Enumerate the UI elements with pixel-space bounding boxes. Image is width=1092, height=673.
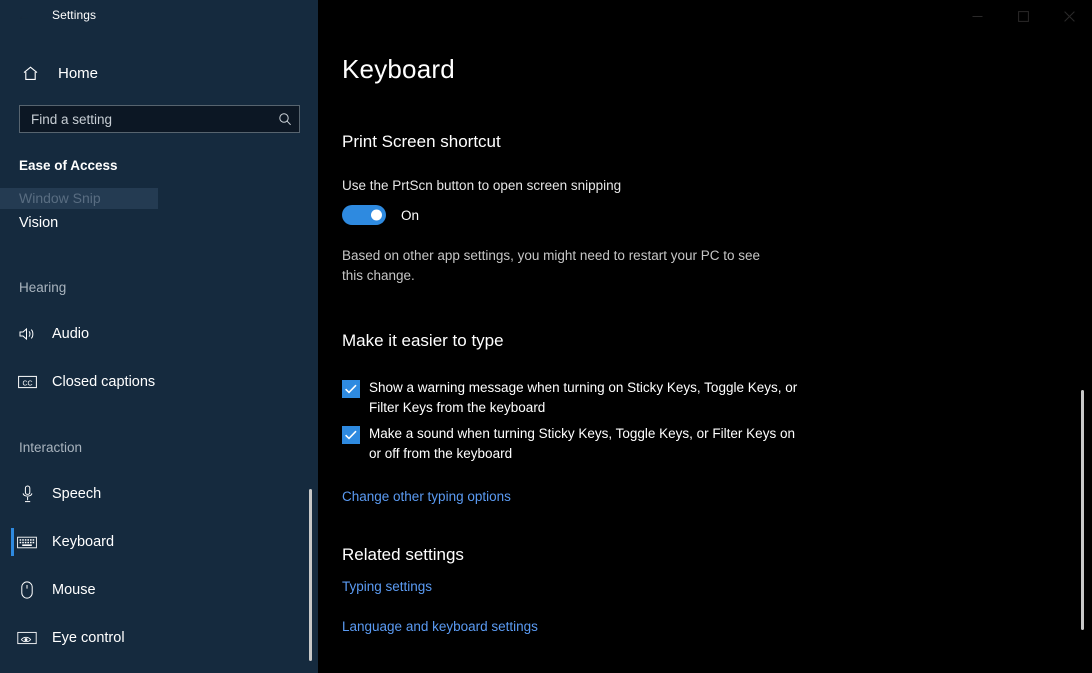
title-bar-left-region bbox=[0, 0, 318, 32]
sidebar-item-vision[interactable]: Vision bbox=[19, 215, 58, 231]
sidebar-item-speech-label: Speech bbox=[52, 486, 102, 502]
sidebar-item-keyboard-label: Keyboard bbox=[52, 534, 115, 550]
window-title: Settings bbox=[52, 8, 97, 22]
navigation-sidebar: Home Ease of Access Window Snip Vision H… bbox=[0, 0, 318, 673]
search-box[interactable] bbox=[19, 105, 300, 133]
sidebar-group-hearing-label: Hearing bbox=[19, 280, 67, 295]
closed-captions-icon: CC bbox=[13, 375, 41, 389]
related-settings-heading: Related settings bbox=[342, 545, 464, 564]
sidebar-group-interaction-label: Interaction bbox=[19, 440, 83, 455]
keyboard-icon bbox=[13, 536, 41, 549]
eye-control-icon bbox=[13, 631, 41, 645]
link-change-other-typing-options[interactable]: Change other typing options bbox=[342, 489, 511, 504]
mouse-icon bbox=[13, 581, 41, 599]
sidebar-scrollbar-thumb[interactable] bbox=[309, 489, 312, 661]
window-controls bbox=[954, 0, 1092, 32]
title-bar: ← Settings bbox=[0, 0, 1092, 32]
sidebar-item-audio-label: Audio bbox=[52, 326, 90, 342]
sidebar-item-mouse-label: Mouse bbox=[52, 582, 96, 598]
sidebar-section-header: Ease of Access bbox=[19, 158, 118, 173]
sidebar-item-closed-captions[interactable]: CC Closed captions bbox=[0, 363, 318, 401]
maximize-icon[interactable] bbox=[1000, 0, 1046, 32]
sidebar-item-eye-control-label: Eye control bbox=[52, 630, 125, 646]
back-arrow-icon[interactable]: ← bbox=[14, 6, 34, 26]
sidebar-item-closed-captions-label: Closed captions bbox=[52, 374, 156, 390]
sidebar-item-window-snip-label: Window Snip bbox=[19, 190, 101, 206]
content-scrollbar-thumb[interactable] bbox=[1081, 390, 1084, 630]
close-icon[interactable] bbox=[1046, 0, 1092, 32]
settings-window: Home Ease of Access Window Snip Vision H… bbox=[0, 0, 1092, 673]
microphone-icon bbox=[13, 485, 41, 503]
easier-to-type-heading: Make it easier to type bbox=[342, 331, 504, 350]
checkbox-sticky-keys-sound-label: Make a sound when turning Sticky Keys, T… bbox=[369, 426, 795, 461]
sidebar-home-label: Home bbox=[58, 64, 99, 82]
checkbox-sticky-keys-warning-label: Show a warning message when turning on S… bbox=[369, 380, 798, 415]
print-screen-description: Use the PrtScn button to open screen sni… bbox=[342, 178, 622, 193]
checkbox-sticky-keys-sound[interactable] bbox=[342, 426, 360, 444]
sidebar-item-home[interactable]: Home bbox=[0, 58, 318, 88]
selection-indicator bbox=[11, 528, 14, 556]
sidebar-item-mouse[interactable]: Mouse bbox=[0, 571, 318, 609]
sidebar-item-keyboard[interactable]: Keyboard bbox=[0, 523, 318, 561]
home-icon bbox=[10, 65, 50, 82]
prtscn-toggle-row[interactable]: On bbox=[342, 205, 419, 225]
search-input[interactable] bbox=[20, 111, 271, 127]
page-title: Keyboard bbox=[342, 54, 455, 84]
speaker-icon bbox=[13, 326, 41, 342]
print-screen-heading: Print Screen shortcut bbox=[342, 132, 501, 151]
checkbox-sticky-keys-warning[interactable] bbox=[342, 380, 360, 398]
print-screen-note: Based on other app settings, you might n… bbox=[342, 248, 760, 283]
link-language-and-keyboard-settings[interactable]: Language and keyboard settings bbox=[342, 619, 538, 634]
sidebar-item-audio[interactable]: Audio bbox=[0, 315, 318, 353]
sidebar-item-window-snip[interactable]: Window Snip bbox=[0, 188, 158, 209]
prtscn-toggle-switch[interactable] bbox=[342, 205, 386, 225]
sidebar-item-eye-control[interactable]: Eye control bbox=[0, 619, 318, 657]
link-typing-settings[interactable]: Typing settings bbox=[342, 579, 432, 594]
toggle-knob bbox=[371, 209, 382, 221]
search-icon[interactable] bbox=[271, 112, 299, 126]
prtscn-toggle-state: On bbox=[401, 207, 420, 223]
checkbox-row-sticky-keys-warning[interactable]: Show a warning message when turning on S… bbox=[342, 378, 802, 418]
sidebar-item-speech[interactable]: Speech bbox=[0, 475, 318, 513]
checkbox-row-sticky-keys-sound[interactable]: Make a sound when turning Sticky Keys, T… bbox=[342, 424, 802, 464]
minimize-icon[interactable] bbox=[954, 0, 1000, 32]
settings-content-pane: Keyboard Print Screen shortcut Use the P… bbox=[318, 0, 1092, 673]
svg-text:CC: CC bbox=[22, 380, 32, 387]
